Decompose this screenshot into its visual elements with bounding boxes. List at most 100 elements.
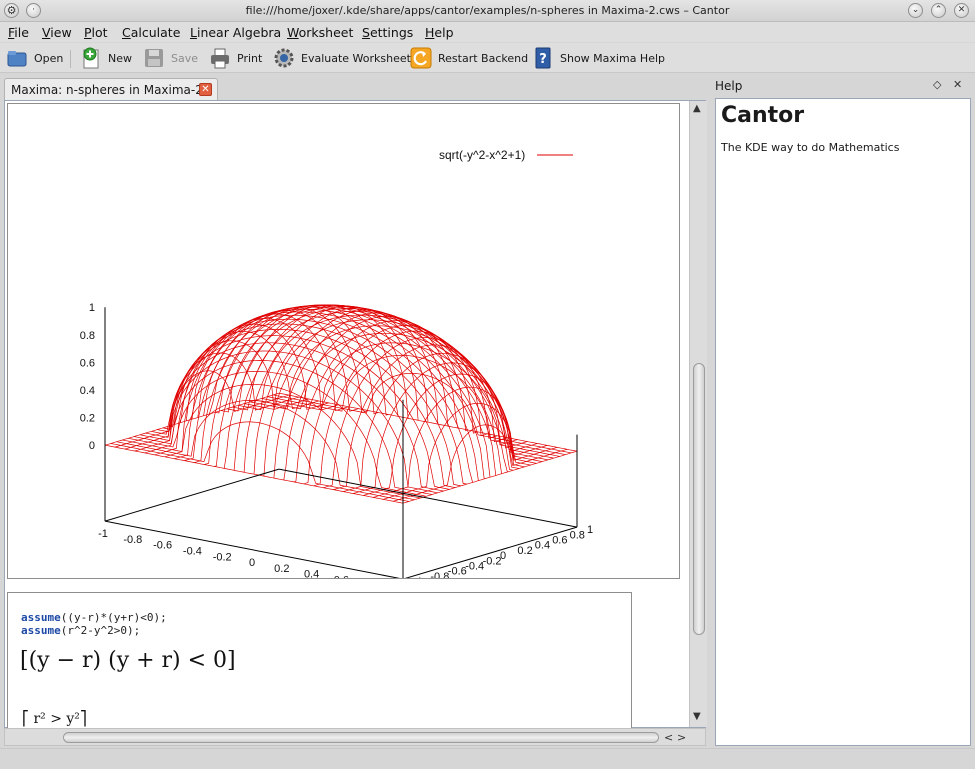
- help-dock-panel: Help ◇ ✕ Cantor The KDE way to do Mathem…: [711, 76, 973, 746]
- axis-line: [278, 468, 578, 528]
- plot-result: 10.80.60.40.20-1-0.8-0.6-0.4-0.200.20.40…: [7, 103, 680, 598]
- help-content: Cantor The KDE way to do Mathematics: [715, 98, 971, 746]
- x-tick-label: 0.6: [334, 575, 349, 579]
- close-panel-icon[interactable]: ✕: [953, 78, 962, 91]
- show-maxima-help-button[interactable]: ? Show Maxima Help: [532, 46, 665, 70]
- surface-mesh-line: [333, 344, 508, 491]
- y-tick-label: -0.4: [465, 561, 484, 573]
- surface-plot: 10.80.60.40.20-1-0.8-0.6-0.4-0.200.20.40…: [80, 148, 593, 598]
- z-tick-label: 0.2: [80, 413, 95, 425]
- surface-mesh-line: [110, 421, 409, 502]
- keyword-assume: assume: [21, 624, 61, 637]
- surface-mesh-line: [273, 372, 572, 454]
- worksheet-tab-label: Maxima: n-spheres in Maxima-2: [11, 83, 203, 97]
- surface-mesh-line: [278, 392, 578, 452]
- maxima-help-label: Show Maxima Help: [560, 51, 666, 65]
- x-tick-label: -0.6: [153, 540, 172, 552]
- help-description: The KDE way to do Mathematics: [721, 141, 900, 154]
- scroll-down-icon[interactable]: ▼: [693, 711, 701, 722]
- axis-line: [104, 520, 404, 580]
- y-tick-label: 0.6: [552, 535, 567, 547]
- worksheet-tab[interactable]: Maxima: n-spheres in Maxima-2 ✕: [4, 78, 218, 100]
- menu-calculate[interactable]: Calculate: [122, 25, 180, 40]
- command-line-2-rest: (r^2-y^2>0);: [60, 624, 141, 637]
- print-button[interactable]: Print: [209, 46, 262, 70]
- x-tick-label: -1: [98, 528, 108, 540]
- new-button[interactable]: New: [80, 46, 132, 70]
- y-tick-label: -0.6: [448, 566, 467, 578]
- menu-help[interactable]: Help: [425, 25, 454, 40]
- vertical-scroll-handle[interactable]: [693, 363, 705, 635]
- scroll-left-icon[interactable]: <: [664, 731, 673, 744]
- surface-mesh-line: [124, 352, 299, 450]
- maxima-command-cell[interactable]: assume((y-r)*(y+r)<0); assume(r^2-y^2>0)…: [7, 592, 632, 728]
- save-label: Save: [171, 51, 199, 65]
- plot-legend-label: sqrt(-y^2-x^2+1): [439, 148, 525, 162]
- worksheet-vertical-scrollbar[interactable]: ▲ ▼: [689, 101, 707, 727]
- surface-mesh-line: [209, 304, 508, 473]
- save-disk-icon: [143, 47, 165, 69]
- save-button[interactable]: Save: [143, 46, 198, 70]
- z-tick-label: 1: [89, 302, 95, 314]
- surface-mesh-line: [164, 318, 339, 458]
- open-folder-icon: [6, 47, 28, 69]
- surface-mesh-line: [392, 424, 568, 502]
- menu-worksheet[interactable]: Worksheet: [287, 25, 353, 40]
- menu-settings[interactable]: Settings: [362, 25, 413, 40]
- minimize-icon[interactable]: ⌄: [908, 3, 923, 18]
- y-tick-label: -1: [413, 576, 423, 578]
- open-label: Open: [34, 51, 64, 65]
- new-document-icon: [80, 47, 102, 69]
- worksheet-area[interactable]: 10.80.60.40.20-1-0.8-0.6-0.4-0.200.20.40…: [4, 100, 707, 728]
- worksheet-tabbar: Maxima: n-spheres in Maxima-2 ✕: [0, 76, 705, 100]
- print-label: Print: [237, 51, 263, 65]
- surface-mesh-line: [373, 386, 548, 498]
- surface-mesh-line: [363, 373, 538, 496]
- y-tick-label: -0.8: [430, 571, 449, 578]
- window-title: file:///home/joxer/.kde/share/apps/canto…: [245, 4, 730, 17]
- open-button[interactable]: Open: [6, 46, 63, 70]
- z-tick-label: 0.8: [80, 330, 95, 342]
- close-window-icon[interactable]: ✕: [954, 3, 969, 18]
- axis-line: [402, 526, 578, 580]
- axis-line: [104, 468, 280, 522]
- z-tick-label: 0.6: [80, 357, 95, 369]
- surface-mesh: [104, 304, 578, 504]
- restart-backend-button[interactable]: Restart Backend: [410, 46, 528, 70]
- scroll-right-icon[interactable]: >: [677, 731, 686, 744]
- x-tick-label: 0.4: [304, 569, 319, 578]
- scroll-up-icon[interactable]: ▲: [693, 103, 701, 114]
- menubar: File View Plot Calculate Linear Algebra …: [0, 22, 975, 42]
- evaluate-worksheet-button[interactable]: Evaluate Worksheet: [273, 46, 411, 70]
- x-tick-label: 0: [249, 557, 255, 569]
- float-panel-icon[interactable]: ◇: [933, 78, 941, 91]
- toolbar-separator: [70, 50, 71, 68]
- svg-text:?: ?: [539, 52, 547, 67]
- close-tab-icon[interactable]: ✕: [199, 83, 212, 96]
- help-panel-title: Help: [715, 79, 743, 93]
- horizontal-scroll-handle[interactable]: [63, 732, 659, 743]
- command-line-1-rest: ((y-r)*(y+r)<0);: [60, 611, 167, 624]
- maximize-icon[interactable]: ⌃: [931, 3, 946, 18]
- restart-icon: [410, 47, 432, 69]
- keyword-assume: assume: [21, 611, 61, 624]
- math-result-partial: ⎡ r² > y²⎤: [22, 711, 87, 727]
- evaluate-gear-icon: [273, 47, 295, 69]
- menu-linear-algebra[interactable]: Linear Algebra: [190, 25, 281, 40]
- menu-view[interactable]: View: [42, 25, 72, 40]
- math-result: [(y − r) (y + r) < 0]: [20, 648, 236, 673]
- x-tick-label: 0.2: [274, 563, 289, 575]
- command-line-2[interactable]: assume(r^2-y^2>0);: [21, 624, 140, 637]
- printer-icon: [209, 47, 231, 69]
- main-toolbar: Open New Save Print Evaluate Worksheet R…: [0, 43, 975, 73]
- worksheet-horizontal-scrollbar[interactable]: < >: [4, 728, 706, 746]
- menu-file[interactable]: File: [8, 25, 29, 40]
- x-tick-label: -0.4: [183, 546, 202, 558]
- x-tick-label: -0.2: [213, 551, 232, 563]
- menu-plot[interactable]: Plot: [84, 25, 108, 40]
- help-heading: Cantor: [721, 103, 805, 128]
- z-tick-label: 0.4: [80, 385, 95, 397]
- statusbar: [0, 748, 975, 769]
- command-line-1[interactable]: assume((y-r)*(y+r)<0);: [21, 611, 167, 624]
- help-book-icon: ?: [532, 47, 554, 69]
